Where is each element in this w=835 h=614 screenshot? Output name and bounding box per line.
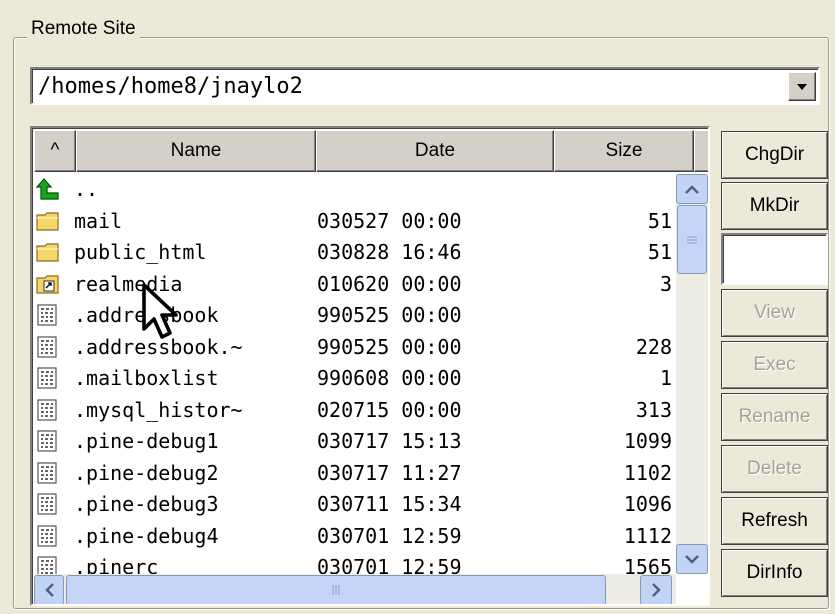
file-date: 990525 00:00 [317,334,462,359]
file-size: 1 [659,366,672,390]
file-date: 010620 00:00 [317,271,462,296]
chevron-up-icon [685,184,699,194]
parent-dir-icon [35,178,60,200]
file-name: .pine-debug1 [74,429,219,453]
folder-icon [36,210,60,232]
mouse-pointer-icon [142,283,178,339]
path-combobox[interactable]: /homes/home8/jnaylo2 [30,67,820,105]
chgdir-button[interactable]: ChgDir [721,131,828,179]
grip-icon [687,235,697,244]
file-name: public_html [74,240,207,264]
extra-column-header [694,130,708,172]
file-name: .pine-debug4 [74,523,219,548]
file-date: 020715 00:00 [317,397,462,422]
file-name: .mailboxlist [74,366,219,390]
path-text: /homes/home8/jnaylo2 [38,74,303,99]
mkdir-button[interactable]: MkDir [721,182,828,230]
file-size: 1099 [623,429,672,453]
file-size: 1112 [623,523,672,548]
file-name: mail [74,208,123,233]
file-size: 1096 [623,492,672,516]
file-row[interactable]: .pine-debug1 030717 15:13 1099 [34,426,674,458]
file-date: 030717 15:13 [317,429,462,453]
horizontal-scrollbar[interactable] [34,574,676,604]
vertical-scroll-thumb[interactable] [677,205,707,274]
group-title: Remote Site [27,18,140,40]
sort-column-header[interactable]: ^ [34,130,76,172]
chevron-left-icon [44,583,54,597]
file-date: 030717 11:27 [317,460,462,485]
chevron-down-icon [685,554,699,564]
file-row[interactable]: .addressbook.~ 990525 00:00 228 [34,332,674,364]
horizontal-scroll-thumb[interactable] [66,575,606,604]
file-icon [36,524,60,547]
file-row[interactable]: .pine-debug2 030717 11:27 1102 [34,458,674,490]
date-column-header[interactable]: Date [316,130,554,172]
file-size: 228 [635,334,672,359]
name-column-header[interactable]: Name [76,130,316,172]
path-dropdown-button[interactable] [788,72,816,101]
view-button[interactable]: View [721,289,828,337]
rename-button[interactable]: Rename [721,393,828,441]
file-row[interactable]: .pine-debug4 030701 12:59 1112 [34,521,674,553]
scroll-left-button[interactable] [34,575,64,604]
file-date: 030701 12:59 [317,523,462,548]
file-icon [36,430,60,452]
file-date: 030527 00:00 [317,208,462,233]
file-icon [36,335,60,358]
folder-icon [36,241,60,263]
exec-button[interactable]: Exec [721,341,828,389]
file-name: .pine-debug2 [74,460,219,485]
file-date: 990525 00:00 [317,303,462,327]
file-row[interactable]: .mailboxlist 990608 00:00 1 [34,363,674,395]
scroll-up-button[interactable] [676,174,708,204]
file-date: 990608 00:00 [317,366,462,390]
file-row[interactable]: public_html 030828 16:46 51 [34,237,674,269]
chevron-right-icon [651,583,661,597]
file-row[interactable]: realmedia 010620 00:00 3 [34,269,674,301]
refresh-button[interactable]: Refresh [721,497,828,545]
file-icon [36,461,60,484]
file-size: 313 [635,397,672,422]
dirinfo-button[interactable]: DirInfo [721,549,828,597]
file-icon [36,398,60,421]
file-icon [36,493,60,515]
folder-link-icon [36,273,60,295]
file-name: .. [74,177,99,201]
file-size: 3 [659,271,672,296]
chevron-down-icon [797,83,807,90]
file-icon [36,304,60,326]
file-date: 030828 16:46 [317,240,462,264]
file-name: .pine-debug3 [74,492,219,516]
file-date: 030711 15:34 [317,492,462,516]
file-size: 51 [647,240,672,264]
delete-button[interactable]: Delete [721,445,828,493]
file-row[interactable]: .pine-debug3 030711 15:34 1096 [34,489,674,521]
scroll-down-button[interactable] [676,544,708,574]
file-rows: .. mail 030527 00:00 51 public_html 030828 16… [34,174,674,584]
file-row[interactable]: mail 030527 00:00 51 [34,206,674,238]
scroll-right-button[interactable] [640,575,672,604]
grip-icon [332,585,340,595]
file-icon [36,367,60,389]
remote-file-list[interactable]: ^ Name Date Size .. mail 030527 00:00 51 pub… [30,126,710,606]
command-input[interactable] [721,233,828,285]
list-header: ^ Name Date Size [34,130,708,172]
file-row[interactable]: .addressbook990525 00:00 [34,300,674,332]
file-row[interactable]: .mysql_histor~ 020715 00:00 313 [34,395,674,427]
file-row[interactable]: .. [34,174,674,206]
vertical-scrollbar[interactable] [676,174,708,574]
file-name: .mysql_histor~ [74,397,243,422]
file-size: 51 [647,208,672,233]
file-size: 1102 [623,460,672,485]
size-column-header[interactable]: Size [554,130,694,172]
